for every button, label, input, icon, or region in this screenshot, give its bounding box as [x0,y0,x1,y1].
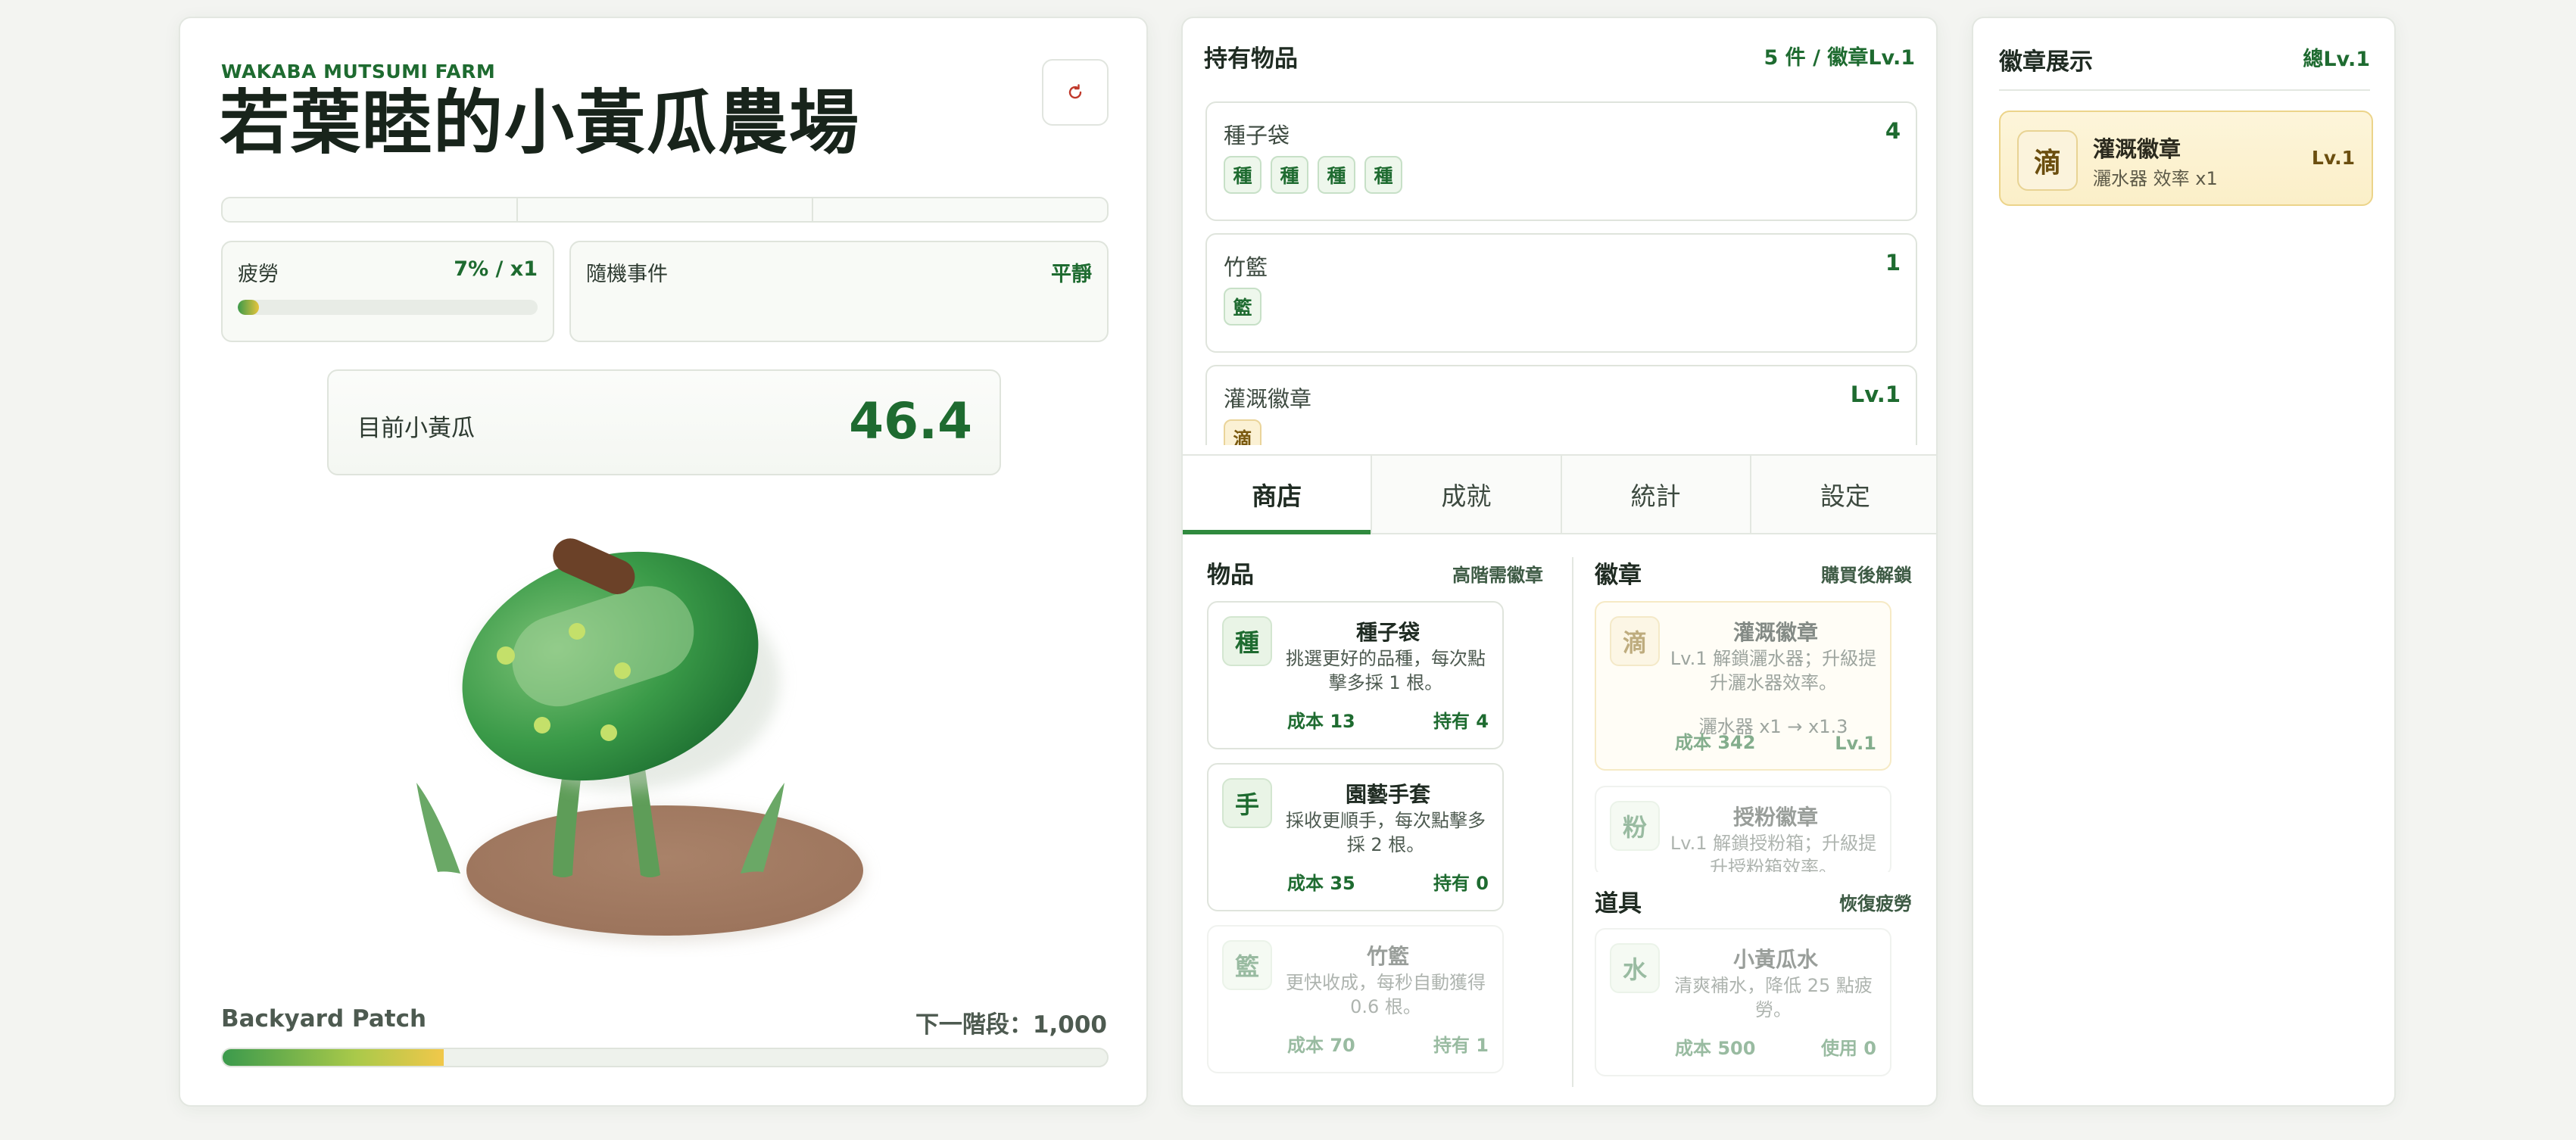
inventory-item-count: 4 [1885,118,1901,144]
seed-chip: 種 [1271,156,1308,194]
seed-chip: 種 [1364,156,1402,194]
tab-shop[interactable]: 商店 [1183,456,1373,534]
shop-tool-name: 小黃瓜水 [1732,947,1818,972]
fatigue-card: 疲勞 7% / x1 [221,241,554,342]
farm-brand: WAKABA MUTSUMI FARM [221,61,496,83]
shop-badge-cost: 成本 342 [1675,732,1756,753]
stage-progress-fill [223,1049,444,1066]
reset-button[interactable] [1042,59,1109,126]
fatigue-bar [238,300,538,315]
shop-badge-pollination[interactable]: 粉 授粉徽章 Lv.1 解鎖授粉箱；升級提升授粉箱效率。 [1595,786,1891,877]
seed-icon: 種 [1222,616,1272,666]
inventory-item-count: 1 [1885,250,1901,276]
tab-bar: 商店 成就 統計 設定 [1183,454,1936,534]
cucumber-illustration[interactable] [332,503,998,957]
tab-stats[interactable]: 統計 [1561,456,1751,533]
cucumber-scene[interactable] [332,503,998,957]
page-title: 若葉睦的小黃瓜農場 [220,83,861,164]
shop-item-desc: 採收更順手，每次點擊多採 2 根。 [1286,810,1486,856]
shop-tool-cost: 成本 500 [1675,1038,1756,1059]
inventory-item-count: Lv.1 [1850,382,1901,407]
shop-tool-desc: 清爽補水，降低 25 點疲勞。 [1674,975,1873,1021]
shop-item-name: 竹籃 [1366,944,1409,969]
event-label: 隨機事件 [586,263,668,286]
tab-settings[interactable]: 設定 [1751,456,1936,533]
badge-level: Lv.1 [2311,147,2355,169]
shop-item-cost: 成本 35 [1287,873,1355,894]
tab-achievements[interactable]: 成就 [1372,456,1562,533]
seed-chip: 種 [1224,156,1261,194]
badge-divider [1999,89,2370,91]
droplet-icon: 滴 [2017,130,2078,191]
stage-name: Backyard Patch [221,1005,427,1033]
stage-progress-bar [221,1048,1109,1067]
cucumber-counter: 目前小黃瓜 46.4 [327,369,1001,475]
badge-chip: 滴 [1224,419,1261,445]
shop-items-note: 高階需徽章 [1452,565,1543,586]
basket-chip: 籃 [1224,288,1261,325]
shop-badge-name: 授粉徽章 [1732,805,1818,830]
shop-item-desc: 挑選更好的品種，每次點擊多採 1 根。 [1286,648,1486,694]
droplet-icon: 滴 [1610,616,1660,666]
event-value: 平靜 [1051,263,1092,286]
shop-item-owned: 持有 0 [1433,873,1489,894]
water-icon: 水 [1610,943,1660,993]
inventory-item-name: 灌溉徽章 [1224,386,1312,412]
counter-label: 目前小黃瓜 [357,415,475,442]
shop-badge-desc: Lv.1 解鎖授粉箱；升級提升授粉箱效率。 [1670,833,1877,877]
event-card: 隨機事件 平靜 [569,241,1109,342]
fatigue-bar-fill [238,300,259,315]
shop-tool-cucumber-water[interactable]: 水 小黃瓜水 清爽補水，降低 25 點疲勞。 成本 500 使用 0 [1595,928,1891,1076]
shop-item-name: 種子袋 [1355,620,1420,645]
shop-badge-desc: Lv.1 解鎖灑水器；升級提升灑水器效率。 [1670,648,1877,694]
fatigue-label: 疲勞 [238,263,279,286]
shop-badges-title: 徽章 [1595,562,1642,589]
inventory-item-seed-bag: 種子袋 4 種 種 種 種 [1205,101,1917,221]
shop-item-owned: 持有 4 [1433,711,1489,732]
badge-display-panel: 徽章展示 總Lv.1 滴 灌溉徽章 灑水器 效率 x1 Lv.1 [1972,17,2396,1107]
shop-items-title: 物品 [1207,562,1254,589]
shop-item-basket[interactable]: 籃 竹籃 更快收成，每秒自動獲得 0.6 根。 成本 70 持有 1 [1207,925,1504,1073]
inventory-summary: 5 件 / 徽章Lv.1 [1764,46,1916,70]
shop-item-seed-bag[interactable]: 種 種子袋 挑選更好的品種，每次點擊多採 1 根。 成本 13 持有 4 [1207,601,1504,749]
shop-tool-used: 使用 0 [1820,1038,1876,1059]
next-stage: 下一階段：1,000 [915,1011,1107,1039]
inventory-item-name: 竹籃 [1224,254,1268,280]
pollen-icon: 粉 [1610,801,1660,851]
glove-icon: 手 [1222,778,1272,828]
inventory-list[interactable]: 種子袋 4 種 種 種 種 竹籃 1 籃 灌溉徽章 Lv.1 滴 [1184,82,1936,445]
reset-icon [1068,84,1082,99]
shop-item-gloves[interactable]: 手 園藝手套 採收更順手，每次點擊多採 2 根。 成本 35 持有 0 [1207,763,1504,911]
inventory-shop-panel: 持有物品 5 件 / 徽章Lv.1 種子袋 4 種 種 種 種 竹籃 1 籃 灌… [1181,17,1938,1107]
tools-title: 道具 [1595,890,1642,917]
badge-display-title: 徽章展示 [1999,48,2093,76]
seed-chip: 種 [1318,156,1355,194]
shop-badges-note: 購買後解鎖 [1821,565,1912,586]
badge-desc: 灑水器 效率 x1 [2093,168,2218,189]
shop-badge-irrigation[interactable]: 滴 灌溉徽章 Lv.1 解鎖灑水器；升級提升灑水器效率。 灑水器 x1 → x1… [1595,601,1891,771]
tools-note: 恢復疲勞 [1839,893,1912,914]
stage-segments [221,197,1109,223]
shop-item-cost: 成本 13 [1287,711,1355,732]
shop-item-owned: 持有 1 [1433,1035,1489,1056]
column-divider [1572,557,1573,1087]
inventory-title: 持有物品 [1204,45,1298,73]
shop-badge-name: 灌溉徽章 [1732,620,1818,645]
inventory-item-basket: 竹籃 1 籃 [1205,233,1917,353]
inventory-item-irrigation-badge: 灌溉徽章 Lv.1 滴 [1205,365,1917,445]
shop-item-cost: 成本 70 [1287,1035,1355,1056]
badge-total-level: 總Lv.1 [2303,48,2370,71]
shop-item-name: 園藝手套 [1345,782,1430,807]
farm-panel: WAKABA MUTSUMI FARM 若葉睦的小黃瓜農場 疲勞 7% / x1… [179,17,1148,1107]
shop-badge-level: Lv.1 [1835,733,1876,754]
soil-patch [466,805,863,936]
badge-name: 灌溉徽章 [2093,136,2181,162]
counter-value: 46.4 [849,392,972,450]
inventory-item-name: 種子袋 [1224,123,1290,148]
fatigue-value: 7% / x1 [454,257,538,281]
badge-card-irrigation[interactable]: 滴 灌溉徽章 灑水器 效率 x1 Lv.1 [1999,111,2373,206]
basket-icon: 籃 [1222,940,1272,990]
shop-item-desc: 更快收成，每秒自動獲得 0.6 根。 [1286,972,1486,1018]
